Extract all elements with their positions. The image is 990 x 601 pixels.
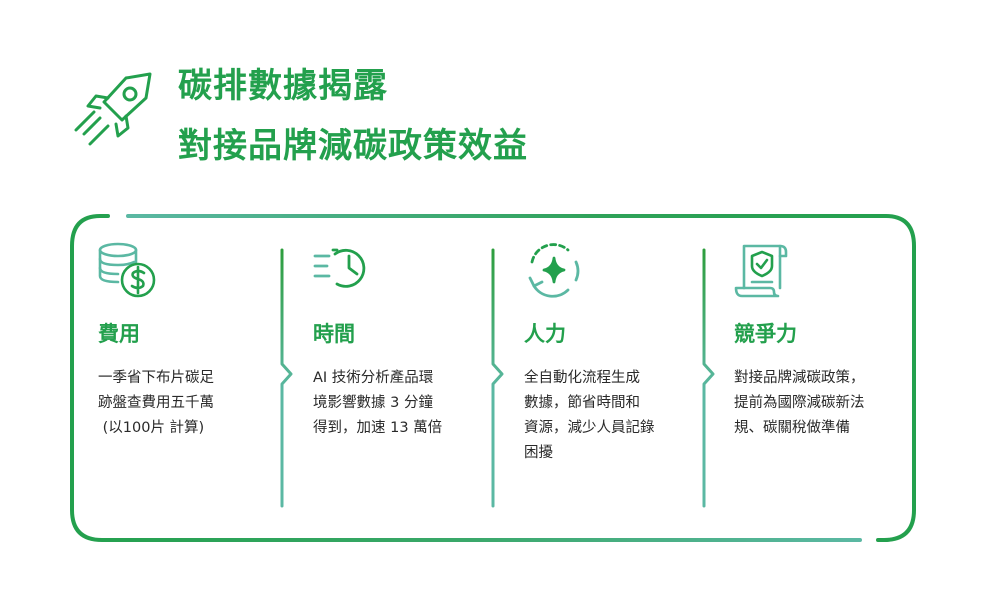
benefit-line: 跡盤查費用五千萬	[98, 395, 214, 411]
page-title-line-2: 對接品牌減碳政策效益	[178, 126, 528, 166]
benefit-line: AI 技術分析產品環	[313, 370, 434, 386]
benefit-description: 一季省下布片碳足 跡盤查費用五千萬 (以100片 計算)	[98, 366, 258, 441]
benefit-line: 得到，加速 13 萬倍	[313, 420, 443, 436]
benefit-line: (以100片 計算)	[98, 420, 205, 436]
coins-dollar-icon	[98, 242, 156, 298]
page-title-line-1: 碳排數據揭露	[178, 66, 388, 106]
benefit-description: 對接品牌減碳政策， 提前為國際減碳新法 規、碳關稅做準備	[734, 366, 894, 441]
benefit-heading: 費用	[98, 322, 140, 346]
cycle-sparkle-icon	[528, 243, 580, 298]
benefit-description: 全自動化流程生成 數據，節省時間和 資源，減少人員記錄 困擾	[524, 366, 684, 466]
benefit-line: 規、碳關稅做準備	[734, 420, 850, 436]
benefit-heading: 人力	[524, 322, 566, 346]
benefit-description: AI 技術分析產品環 境影響數據 3 分鐘 得到，加速 13 萬倍	[313, 366, 473, 441]
benefit-line: 境影響數據 3 分鐘	[313, 395, 433, 411]
separator-1	[280, 248, 293, 508]
benefit-line: 資源，減少人員記錄	[524, 420, 655, 436]
benefit-line: 困擾	[524, 445, 553, 461]
separator-2	[491, 248, 504, 508]
fast-clock-icon	[313, 248, 366, 288]
benefit-line: 一季省下布片碳足	[98, 370, 214, 386]
certificate-shield-icon	[734, 244, 788, 298]
benefit-line: 數據，節省時間和	[524, 395, 640, 411]
benefit-line: 提前為國際減碳新法	[734, 395, 865, 411]
separator-3	[702, 248, 715, 508]
benefit-heading: 時間	[313, 322, 355, 346]
benefit-heading: 競爭力	[734, 322, 797, 346]
rocket-icon	[74, 72, 152, 146]
benefit-line: 全自動化流程生成	[524, 370, 640, 386]
benefit-line: 對接品牌減碳政策，	[734, 370, 865, 386]
